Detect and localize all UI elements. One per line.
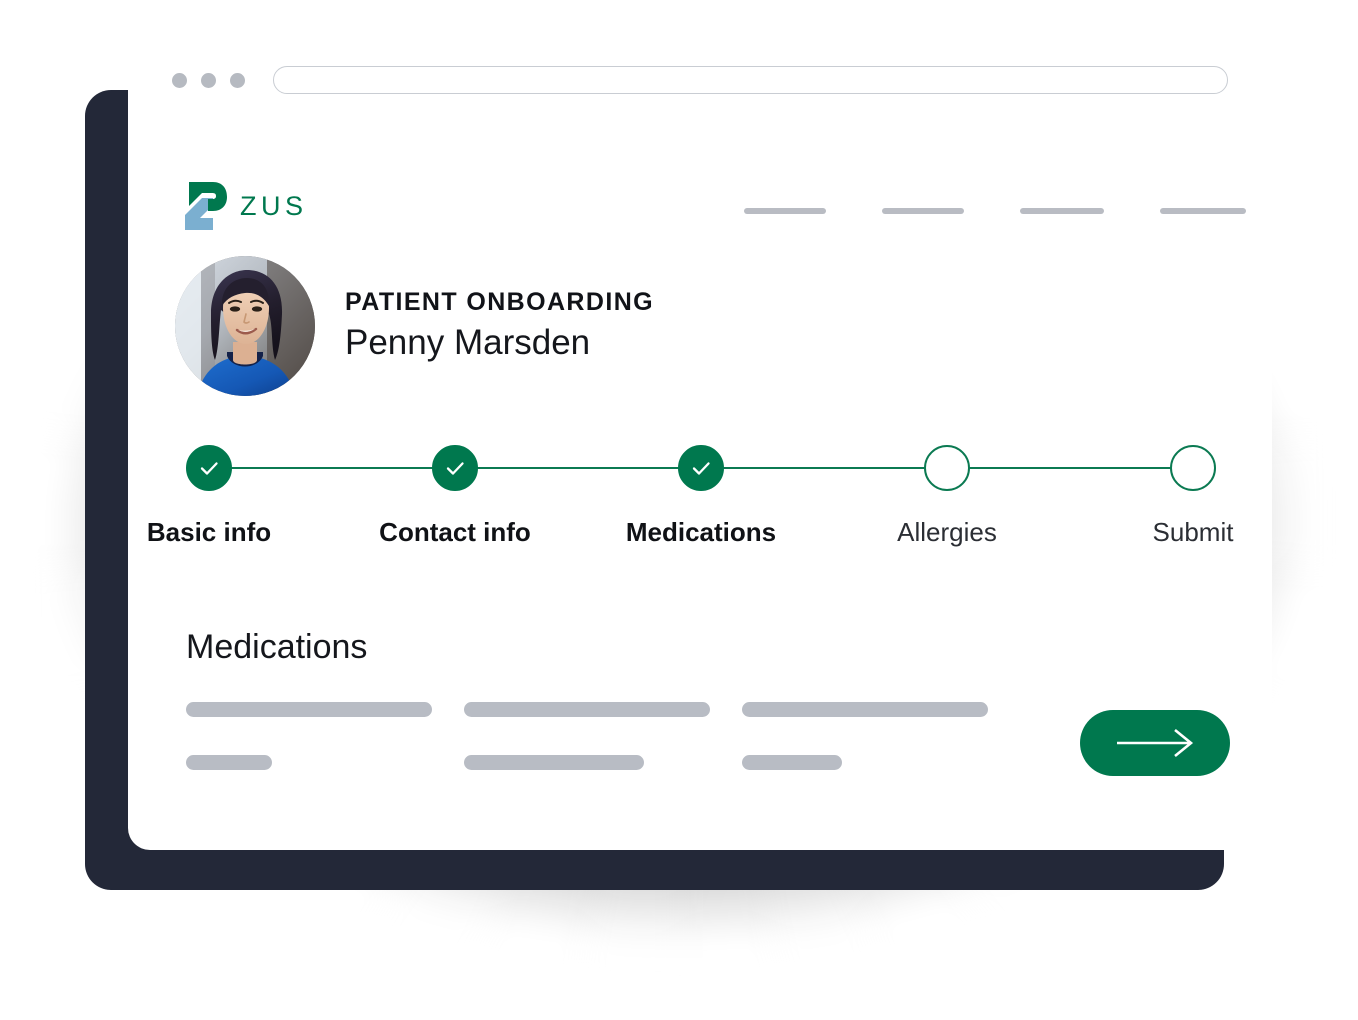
brand-wordmark: ZUS bbox=[240, 190, 308, 221]
field-placeholder-long[interactable] bbox=[742, 702, 988, 717]
medications-form bbox=[186, 702, 1056, 770]
patient-header: PATIENT ONBOARDING Penny Marsden bbox=[175, 256, 654, 396]
nav-item-4[interactable] bbox=[1160, 208, 1246, 214]
step-node-submit[interactable] bbox=[1170, 445, 1216, 491]
address-bar[interactable] bbox=[273, 66, 1228, 94]
close-dot-icon[interactable] bbox=[172, 72, 187, 88]
primary-nav bbox=[744, 208, 1246, 214]
nav-item-1[interactable] bbox=[744, 208, 826, 214]
check-icon bbox=[200, 462, 218, 475]
section-title: Medications bbox=[186, 628, 368, 666]
field-placeholder-short[interactable] bbox=[186, 755, 272, 770]
field-placeholder-long[interactable] bbox=[464, 702, 710, 717]
form-field-group-3 bbox=[742, 702, 988, 770]
field-placeholder-short[interactable] bbox=[742, 755, 842, 770]
arrow-right-icon bbox=[1117, 728, 1194, 758]
field-placeholder-long[interactable] bbox=[186, 702, 432, 717]
scene: ZUS PATIENT ONBOARDING Penny Marsden Bas… bbox=[0, 0, 1358, 1020]
form-field-group-2 bbox=[464, 702, 710, 770]
maximize-dot-icon[interactable] bbox=[230, 72, 245, 88]
check-icon bbox=[692, 462, 710, 475]
step-label-text: Allergies bbox=[897, 517, 997, 547]
window-controls bbox=[172, 72, 245, 88]
minimize-dot-icon[interactable] bbox=[201, 72, 216, 88]
patient-meta: PATIENT ONBOARDING Penny Marsden bbox=[345, 289, 654, 363]
step-label-text: Medications bbox=[625, 517, 777, 547]
step-label-text: Basic info bbox=[146, 517, 272, 547]
zus-z-logo-icon bbox=[185, 182, 227, 230]
step-label-text: Submit bbox=[1152, 517, 1234, 547]
page-title: PATIENT ONBOARDING bbox=[345, 288, 654, 317]
nav-item-3[interactable] bbox=[1020, 208, 1104, 214]
next-step-button[interactable] bbox=[1080, 710, 1230, 776]
site-header: ZUS bbox=[128, 120, 1272, 230]
browser-chrome bbox=[128, 40, 1272, 120]
step-node-medications[interactable] bbox=[678, 445, 724, 491]
onboarding-stepper: Basic info Contact info Medications Alle… bbox=[147, 444, 1233, 584]
step-node-contact-info[interactable] bbox=[432, 445, 478, 491]
brand-logo[interactable]: ZUS bbox=[172, 178, 308, 234]
browser-window: ZUS PATIENT ONBOARDING Penny Marsden Bas… bbox=[128, 40, 1272, 850]
patient-avatar-photo bbox=[175, 256, 315, 396]
stepper-nodes bbox=[186, 444, 1216, 492]
check-icon bbox=[446, 462, 464, 475]
field-placeholder-short[interactable] bbox=[464, 755, 644, 770]
step-node-allergies[interactable] bbox=[924, 445, 970, 491]
step-label-text: Contact info bbox=[379, 517, 531, 547]
step-node-basic-info[interactable] bbox=[186, 445, 232, 491]
form-field-group-1 bbox=[186, 702, 432, 770]
nav-item-2[interactable] bbox=[882, 208, 964, 214]
avatar bbox=[175, 256, 315, 396]
patient-name: Penny Marsden bbox=[345, 322, 591, 362]
